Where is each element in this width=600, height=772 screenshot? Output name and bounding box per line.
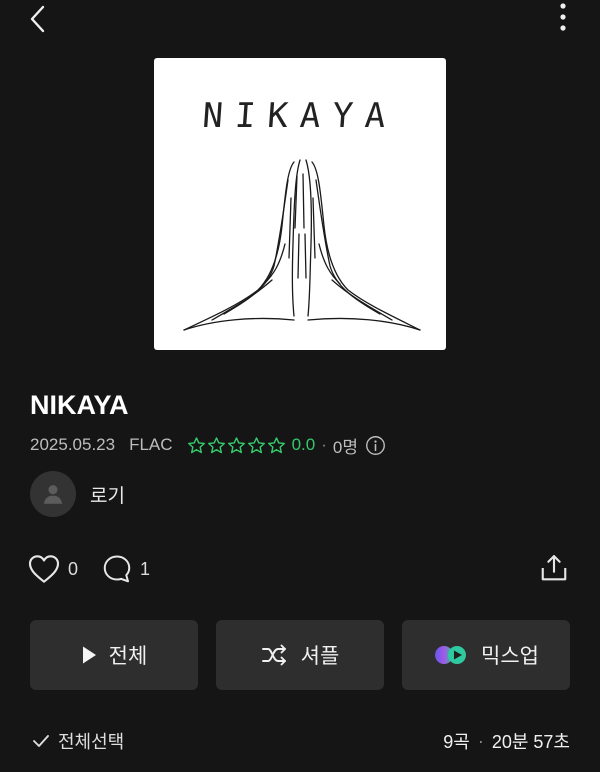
comment-button[interactable]: 1 [102,552,150,586]
rating-count: 0명 [332,437,358,457]
play-all-label: 전체 [108,645,148,668]
select-all-label: 전체선택 [58,732,125,752]
rating-info-button[interactable] [365,435,386,456]
total-duration: 20분 57초 [491,732,570,752]
track-summary: 9곡 · 20분 57초 [443,727,570,755]
play-all-button[interactable]: 전체 [30,620,198,690]
star-outline-icon [187,436,205,453]
rating-value: 0.0 [291,435,316,454]
shuffle-label: 셔플 [300,645,340,668]
rating-stars[interactable] [187,436,286,455]
more-options-button[interactable] [545,0,581,36]
person-icon [43,485,63,504]
audio-format: FLAC [129,435,173,454]
back-arrow-icon [30,5,45,33]
share-icon [541,555,567,581]
meta-separator: · [321,435,327,454]
artist-name[interactable]: 로기 [90,481,125,508]
check-icon [33,735,49,747]
play-icon [82,646,96,664]
star-outline-icon [267,436,285,453]
avatar[interactable] [30,471,76,517]
mixup-button[interactable]: 믹스업 [402,620,570,690]
info-icon [366,435,385,455]
album-cover[interactable]: NIKAYA [154,58,446,350]
mixup-icon [435,646,467,664]
mixup-label: 믹스업 [481,645,539,668]
comment-count: 1 [140,558,151,579]
like-button[interactable]: 0 [28,552,78,586]
comment-icon [103,555,131,583]
album-meta: 2025.05.23 FLAC 0.0 · 0명 [30,432,386,458]
shuffle-button[interactable]: 셔플 [216,620,384,690]
summary-separator: · [477,730,484,751]
album-title: NIKAYA [30,390,129,420]
artist-row[interactable]: 로기 [30,470,125,518]
praying-hands-illustration [183,159,421,331]
shuffle-icon [261,644,286,666]
star-outline-icon [207,436,225,453]
star-outline-icon [247,436,265,453]
more-vertical-icon [560,3,566,31]
like-count: 0 [68,558,79,579]
heart-icon [28,555,60,583]
release-date: 2025.05.23 [30,435,116,454]
track-count: 9곡 [443,732,470,752]
share-button[interactable] [534,548,574,588]
select-all-button[interactable]: 전체선택 [32,727,124,755]
back-button[interactable] [18,2,58,36]
star-outline-icon [227,436,245,453]
